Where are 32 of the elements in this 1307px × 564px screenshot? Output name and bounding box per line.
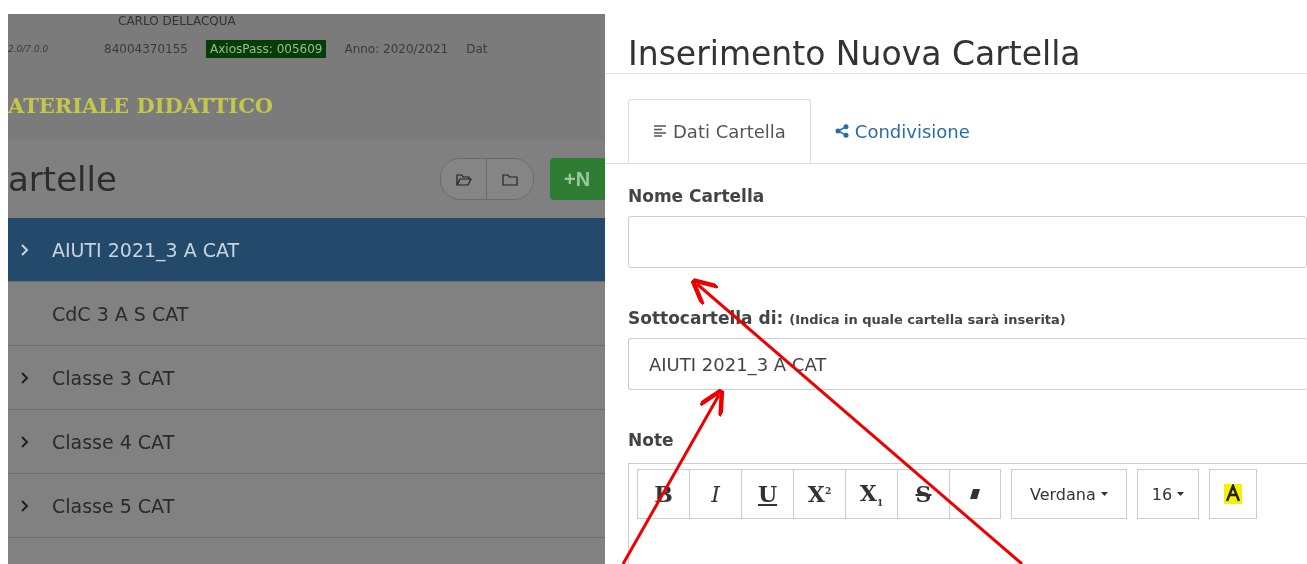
tab[interactable]: Dati Cartella [628, 99, 811, 163]
field-label: Nome Cartella [628, 186, 766, 206]
modal-title: Inserimento Nuova Cartella [605, 14, 1307, 74]
folder-icon [502, 172, 518, 186]
chevron-icon [20, 434, 30, 449]
year-text: Anno: 2020/2021 [344, 42, 449, 56]
chevron-icon [20, 242, 30, 257]
font-dropdown[interactable]: Verdana [1011, 469, 1127, 519]
text-color-button[interactable] [1209, 469, 1258, 519]
field-label: Note [628, 430, 675, 450]
open-folder-button[interactable] [441, 159, 487, 199]
date-text: Dat [466, 42, 488, 56]
size-dropdown[interactable]: 16 [1136, 469, 1200, 519]
section-title: ATERIALE DIDATTICO [8, 92, 275, 118]
chevron-icon [20, 370, 30, 385]
folder-item[interactable]: AIUTI 2021_3 A CAT [8, 218, 605, 282]
tab[interactable]: Condivisione [810, 99, 994, 163]
folder-button[interactable] [487, 159, 533, 199]
chevron-icon [20, 498, 30, 513]
pass-badge: AxiosPass: 005609 [206, 40, 327, 58]
version-text: 2.0/7.0.0 [8, 44, 50, 54]
name-input-field[interactable] [628, 216, 1307, 268]
text-color-icon [1224, 484, 1243, 504]
eraser-icon [969, 488, 981, 500]
lines-icon [653, 125, 667, 137]
caret-icon [1100, 492, 1108, 496]
share-icon [834, 124, 849, 138]
code-text: 84004370155 [104, 42, 188, 56]
page-heading: artelle [8, 159, 118, 199]
open-folder-icon [455, 172, 472, 186]
user-name: CARLO DELLACQUA [118, 15, 236, 26]
caret-icon [1177, 492, 1185, 496]
